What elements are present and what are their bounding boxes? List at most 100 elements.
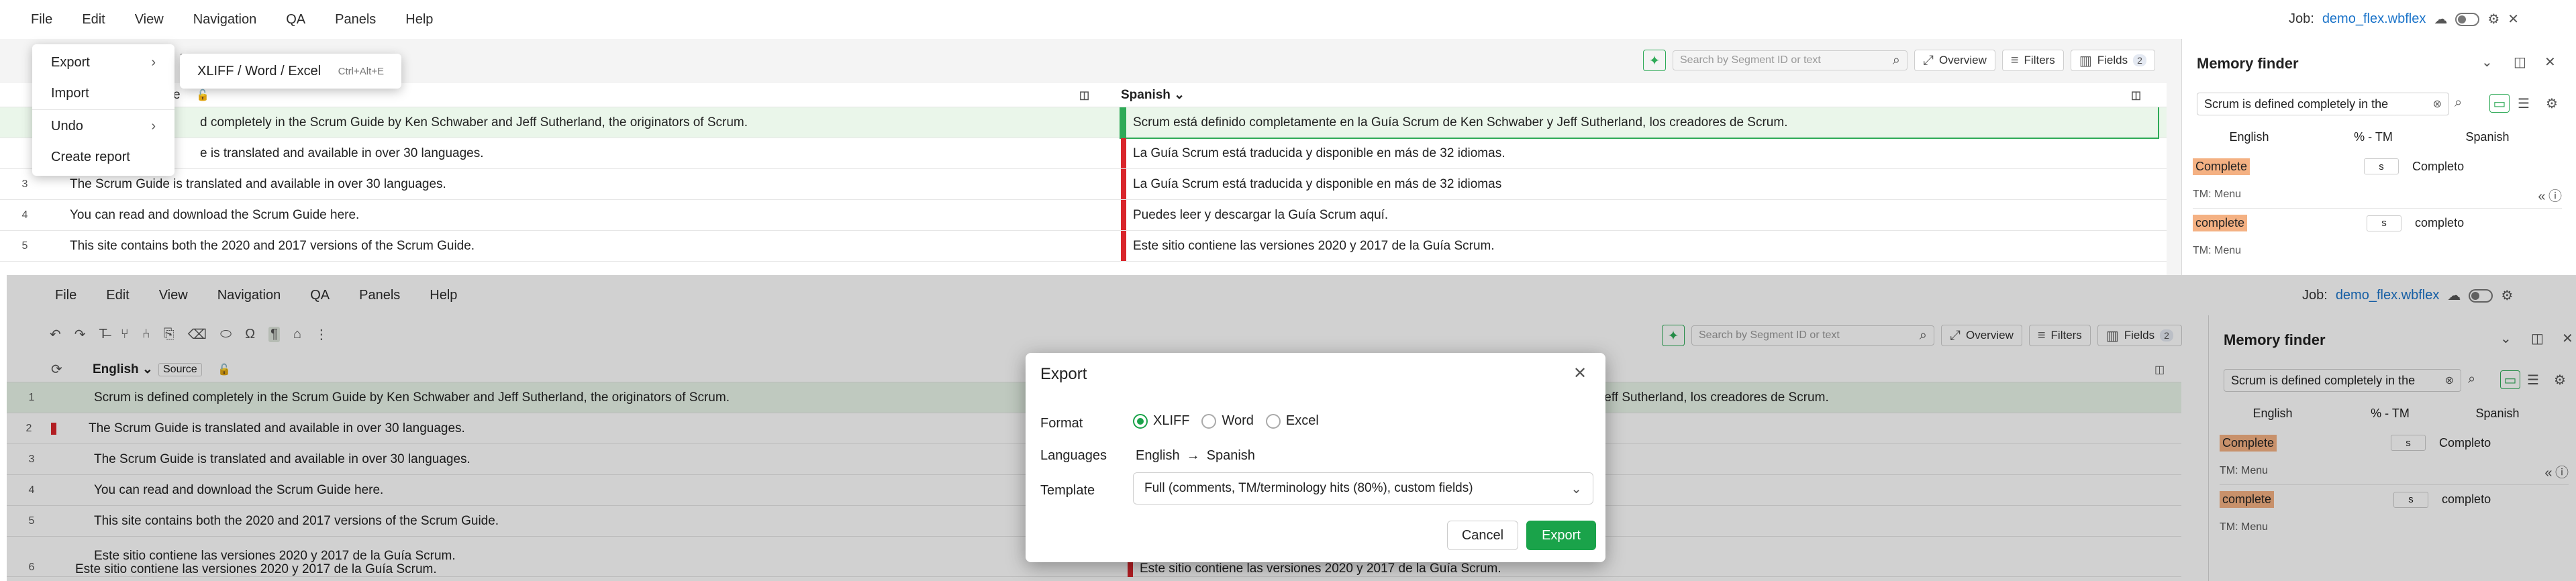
memory-hit[interactable]: Complete s Completo TM: Menu « ⓘ complete s c…: [2220, 428, 2569, 541]
chevron-down-icon[interactable]: ⌄: [2481, 54, 2493, 70]
overview-button[interactable]: ⤢ Overview: [1941, 325, 2022, 346]
segment-target[interactable]: Este sitio contiene las versiones 2020 y…: [1128, 561, 1501, 577]
search-icon[interactable]: ⌕: [1920, 328, 1927, 344]
settings-icon[interactable]: ⚙: [2546, 95, 2558, 112]
clear-icon[interactable]: ⊗: [2445, 374, 2454, 387]
source-language-header[interactable]: English ⌄: [93, 362, 153, 377]
sync-toggle[interactable]: [2455, 12, 2480, 26]
filters-button[interactable]: ≡ Filters: [2001, 50, 2064, 71]
tag-icon[interactable]: ⬭: [220, 327, 232, 342]
search-icon[interactable]: ⌕: [2468, 372, 2475, 387]
job-name[interactable]: demo_flex.wbflex: [2336, 288, 2440, 303]
redo-icon[interactable]: ↷: [75, 326, 86, 343]
info-icon[interactable]: ⓘ: [2555, 462, 2569, 481]
menu-item-xliff-word-excel[interactable]: XLIFF / Word / Excel Ctrl+Alt+E: [180, 54, 401, 89]
segment-source[interactable]: The Scrum Guide is translated and availa…: [56, 452, 1063, 467]
menu-panels[interactable]: Panels: [344, 288, 415, 303]
segment-target[interactable]: La Guía Scrum está traducida y disponibl…: [1121, 138, 1505, 168]
undo-icon[interactable]: ↶: [50, 326, 61, 343]
menu-navigation[interactable]: Navigation: [203, 288, 296, 303]
segment-target[interactable]: La Guía Scrum está traducida y disponibl…: [1121, 169, 1501, 199]
fields-button[interactable]: ▥ Fields 2: [2070, 50, 2155, 71]
filters-button[interactable]: ≡ Filters: [2028, 325, 2091, 346]
gear-icon[interactable]: ⚙: [2501, 287, 2513, 304]
clear-target-icon[interactable]: ⌫: [188, 326, 207, 343]
menu-item-export[interactable]: Export ›: [32, 47, 175, 78]
menu-navigation[interactable]: Navigation: [179, 12, 272, 28]
gear-icon[interactable]: ⚙: [2487, 11, 2499, 28]
pilcrow-icon[interactable]: ¶: [268, 327, 280, 342]
menu-edit[interactable]: Edit: [91, 288, 144, 303]
format-excel-radio[interactable]: Excel: [1265, 413, 1319, 429]
tag-icon[interactable]: ▭: [2500, 370, 2520, 389]
tag-icon[interactable]: ▭: [2489, 94, 2510, 113]
refresh-icon[interactable]: ⟳: [51, 361, 62, 378]
expand-column-icon[interactable]: ◫: [1079, 89, 1089, 102]
list-icon[interactable]: ☰: [2527, 372, 2539, 388]
format-xliff-radio[interactable]: XLIFF: [1133, 413, 1189, 429]
special-char-icon[interactable]: Ω: [245, 327, 255, 342]
menu-help[interactable]: Help: [415, 288, 472, 303]
menu-item-create-report[interactable]: Create report: [32, 142, 175, 172]
table-row[interactable]: d completely in the Scrum Guide by Ken S…: [0, 107, 2167, 139]
menu-qa[interactable]: QA: [271, 12, 320, 28]
ai-sparkle-icon[interactable]: ✦: [1643, 50, 1666, 71]
table-row[interactable]: e is translated and available in over 30…: [0, 138, 2167, 169]
table-row[interactable]: 4 You can read and download the Scrum Gu…: [0, 200, 2167, 231]
segment-source[interactable]: This site contains both the 2020 and 201…: [56, 514, 1063, 529]
segment-search-input[interactable]: Search by Segment ID or text ⌕: [1673, 50, 1908, 70]
segment-target[interactable]: Puedes leer y descargar la Guía Scrum aq…: [1121, 200, 1388, 230]
menu-view[interactable]: View: [144, 288, 203, 303]
menu-item-undo[interactable]: Undo ›: [32, 111, 175, 142]
cloud-icon[interactable]: ☁: [2447, 287, 2461, 304]
segment-search-input[interactable]: Search by Segment ID or text ⌕: [1691, 325, 1934, 346]
menu-file[interactable]: File: [40, 288, 91, 303]
segment-target[interactable]: Este sitio contiene las versiones 2020 y…: [1121, 231, 1495, 261]
close-icon[interactable]: ✕: [1573, 364, 1587, 383]
target-language-header[interactable]: Spanish ⌄: [1121, 87, 1185, 103]
split-icon[interactable]: ⑂: [121, 327, 129, 342]
search-icon[interactable]: ⌕: [1893, 53, 1900, 68]
close-icon[interactable]: ✕: [2562, 330, 2573, 347]
expand-column-icon[interactable]: ◫: [2154, 363, 2165, 376]
menu-edit[interactable]: Edit: [67, 12, 119, 28]
menu-qa[interactable]: QA: [295, 288, 344, 303]
sync-toggle[interactable]: [2469, 288, 2493, 303]
segment-source[interactable]: Este sitio contiene las versiones 2020 y…: [56, 549, 1063, 576]
segment-source[interactable]: The Scrum Guide is translated and availa…: [56, 421, 1063, 436]
segment-target[interactable]: y Jeff Sutherland, los creadores de Scru…: [1581, 382, 1829, 413]
insert-icon[interactable]: «: [2544, 466, 2552, 481]
dock-icon[interactable]: ◫: [2531, 330, 2544, 347]
job-name[interactable]: demo_flex.wbflex: [2322, 11, 2426, 27]
memory-search-input[interactable]: Scrum is defined completely in the ⊗: [2224, 369, 2461, 392]
table-row[interactable]: 5 This site contains both the 2020 and 2…: [0, 231, 2167, 262]
list-icon[interactable]: ☰: [2518, 95, 2530, 112]
memory-search-input[interactable]: Scrum is defined completely in the ⊗: [2197, 93, 2449, 115]
insert-icon[interactable]: «: [2538, 189, 2545, 205]
table-row[interactable]: 3 The Scrum Guide is translated and avai…: [0, 169, 2167, 200]
export-button[interactable]: Export: [1526, 521, 1596, 550]
close-icon[interactable]: ✕: [2508, 11, 2519, 28]
menu-file[interactable]: File: [16, 12, 67, 28]
cloud-icon[interactable]: ☁: [2434, 11, 2447, 28]
merge-icon[interactable]: ⑃: [142, 327, 150, 342]
segment-source[interactable]: This site contains both the 2020 and 201…: [50, 239, 1056, 254]
cancel-button[interactable]: Cancel: [1447, 521, 1518, 550]
overview-button[interactable]: ⤢ Overview: [1914, 50, 1995, 71]
segment-source[interactable]: You can read and download the Scrum Guid…: [50, 208, 1056, 223]
segment-source[interactable]: e is translated and available in over 30…: [50, 146, 1056, 161]
menu-help[interactable]: Help: [391, 12, 448, 28]
dock-icon[interactable]: ◫: [2514, 54, 2526, 70]
clear-icon[interactable]: ⊗: [2433, 97, 2442, 111]
copy-source-icon[interactable]: ⎘: [164, 327, 175, 342]
expand-target-column-icon[interactable]: ◫: [2131, 89, 2141, 102]
segment-target[interactable]: Scrum está definido completamente en la …: [1120, 107, 2159, 139]
menu-panels[interactable]: Panels: [320, 12, 391, 28]
segment-source[interactable]: The Scrum Guide is translated and availa…: [50, 177, 1056, 192]
segment-source[interactable]: Scrum is defined completely in the Scrum…: [56, 390, 1063, 405]
label-icon[interactable]: ⌂: [293, 327, 301, 342]
format-word-radio[interactable]: Word: [1201, 413, 1254, 429]
segment-source[interactable]: d completely in the Scrum Guide by Ken S…: [50, 115, 1056, 130]
fields-button[interactable]: ▥ Fields 2: [2097, 325, 2182, 346]
menu-item-import[interactable]: Import: [32, 78, 175, 109]
